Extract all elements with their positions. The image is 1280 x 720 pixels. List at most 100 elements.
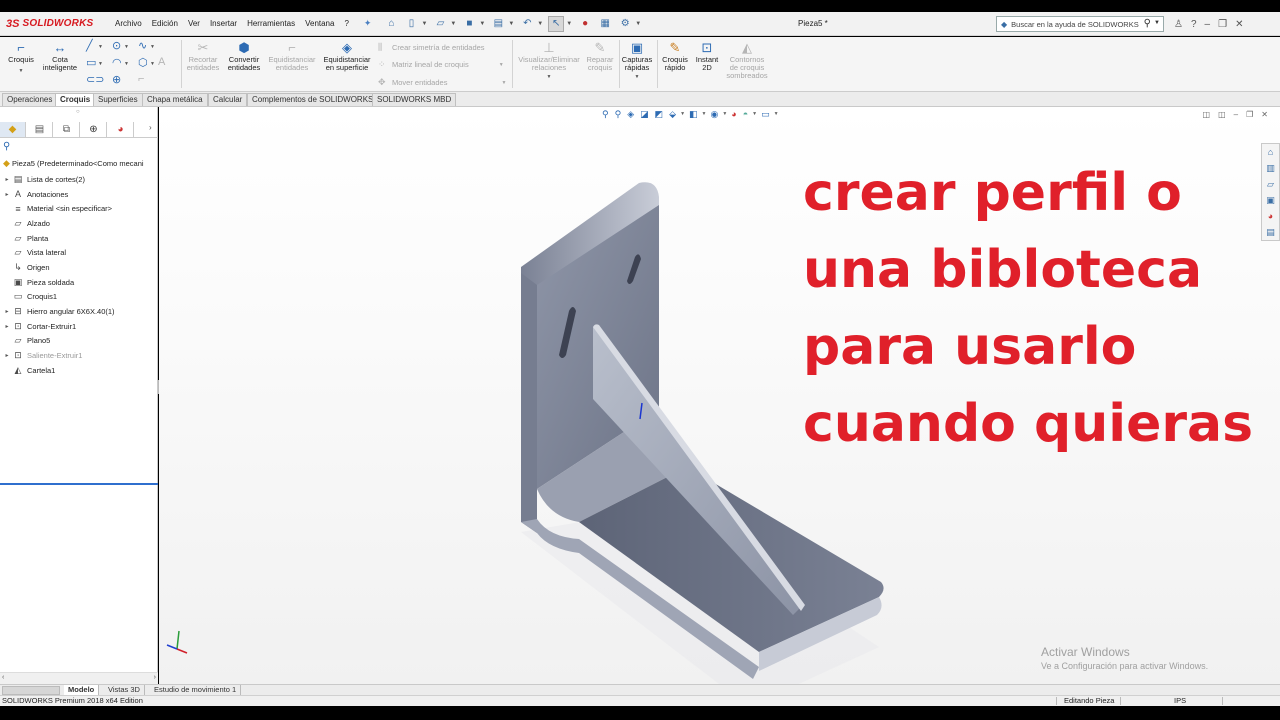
undo-icon[interactable]: ↶ xyxy=(519,16,535,32)
configurationmanager-tab-icon[interactable]: ⧉ xyxy=(54,122,80,137)
tree-item[interactable]: ▸ A Anotaciones xyxy=(0,187,158,202)
section-view-icon[interactable]: ◪ xyxy=(640,109,649,120)
chevron-down-icon[interactable]: ▼ xyxy=(124,61,129,67)
menu-ventana[interactable]: Ventana xyxy=(300,12,339,36)
arc-icon[interactable]: ◠ xyxy=(112,56,122,69)
file-properties-icon[interactable]: ▦ xyxy=(597,16,613,32)
solidworks-logo[interactable]: 3S SOLIDWORKS xyxy=(0,12,110,36)
view-palette-icon[interactable]: ▣ xyxy=(1262,192,1279,208)
tab-superficies[interactable]: Superficies xyxy=(93,93,143,106)
chevron-down-icon[interactable]: ▼ xyxy=(124,44,129,50)
help-search-input[interactable]: ◆ Buscar en la ayuda de SOLIDWORKS ⚲ ▼ xyxy=(996,16,1164,32)
move-entities-button[interactable]: ✥ Mover entidades ▼ xyxy=(378,77,506,88)
scroll-left-icon[interactable]: ‹ xyxy=(2,674,4,681)
circle-icon[interactable]: ⊙ xyxy=(112,39,121,52)
tab-navigation-arrows[interactable] xyxy=(2,686,60,695)
tree-item[interactable]: ▸ ⊡ Cortar-Extruir1 xyxy=(0,319,158,334)
display-style-icon[interactable]: ◧ xyxy=(689,109,698,120)
instant-2d-button[interactable]: ⊡ Instant 2D xyxy=(692,40,722,72)
text-icon[interactable]: A xyxy=(158,56,165,68)
featuremanager-tab-icon[interactable]: ◆ xyxy=(0,122,26,137)
traffic-light-icon[interactable]: ● xyxy=(577,16,593,32)
chevron-down-icon[interactable]: ▼ xyxy=(479,21,485,27)
tree-item[interactable]: ▱ Planta xyxy=(0,231,158,246)
appearances-icon[interactable]: ◕ xyxy=(1262,208,1279,224)
offset-entities-button[interactable]: ⌐ Equidistanciar entidades xyxy=(266,40,318,72)
chevron-down-icon[interactable]: ▼ xyxy=(421,21,427,27)
quick-snaps-button[interactable]: ▣ Capturas rápidas ▼ xyxy=(621,40,653,81)
expand-arrow-icon[interactable]: ▸ xyxy=(0,191,12,198)
filter-icon[interactable]: ⚲ xyxy=(3,141,10,152)
expand-arrow-icon[interactable]: ▸ xyxy=(0,308,12,315)
offset-on-surface-button[interactable]: ◈ Equidistanciar en superficie xyxy=(320,40,374,72)
help-icon[interactable]: ? xyxy=(1191,19,1197,30)
minimize-icon[interactable]: – xyxy=(1205,19,1211,30)
chevron-down-icon[interactable]: ▼ xyxy=(501,80,506,86)
line-icon[interactable]: ╱ xyxy=(86,39,93,52)
chevron-down-icon[interactable]: ▼ xyxy=(752,111,757,117)
select-icon[interactable]: ↖ xyxy=(548,15,565,32)
open-icon[interactable]: ▱ xyxy=(432,16,448,32)
status-units[interactable]: IPS xyxy=(1174,696,1186,706)
tab-croquis[interactable]: Croquis xyxy=(55,93,96,106)
repair-sketch-button[interactable]: ✎ Reparar croquis xyxy=(584,40,616,72)
chevron-down-icon[interactable]: ▼ xyxy=(98,61,103,67)
linear-pattern-button[interactable]: ⁘ Matriz lineal de croquis ▼ xyxy=(378,59,504,70)
restore-icon[interactable]: ❐ xyxy=(1218,19,1227,30)
tab-chapa-metalica[interactable]: Chapa metálica xyxy=(142,93,208,106)
chevron-down-icon[interactable]: ▼ xyxy=(1154,20,1160,26)
minimize-icon[interactable]: – xyxy=(1234,110,1238,119)
chevron-down-icon[interactable]: ▼ xyxy=(450,21,456,27)
user-icon[interactable]: ♙ xyxy=(1174,19,1183,30)
view-settings-icon[interactable]: ▭ xyxy=(761,109,770,120)
point-icon[interactable]: ⊕ xyxy=(112,73,121,86)
print-icon[interactable]: ▤ xyxy=(490,16,506,32)
menu-archivo[interactable]: Archivo xyxy=(110,12,147,36)
tree-item[interactable]: ↳ Origen xyxy=(0,260,158,275)
horizontal-scrollbar[interactable]: ‹ › xyxy=(0,672,158,684)
close-icon[interactable]: ✕ xyxy=(1235,19,1243,30)
propertymanager-tab-icon[interactable]: ▤ xyxy=(27,122,53,137)
solidworks-resources-icon[interactable]: ⌂ xyxy=(1262,144,1279,160)
apply-scene-icon[interactable]: ◓ xyxy=(743,109,748,119)
tab-operaciones[interactable]: Operaciones xyxy=(2,93,58,106)
tree-item[interactable]: ◭ Cartela1 xyxy=(0,363,158,378)
mirror-entities-button[interactable]: ⫼ Crear simetría de entidades xyxy=(378,42,485,53)
tree-root-part[interactable]: ◆ Pieza5 (Predeterminado<Como mecani xyxy=(3,158,158,169)
graphics-area[interactable]: ⚲ ⚲ ◈ ◪ ◩ ⬙ ▼ ◧ ▼ ◉ ▼ ◕ ◓ ▼ ▭ ▼ ◫ ◫ – ❐ ✕ ⌂ ▥… xyxy=(159,107,1280,684)
tree-item[interactable]: ▱ Vista lateral xyxy=(0,245,158,260)
scroll-right-icon[interactable]: › xyxy=(154,674,156,681)
convert-entities-button[interactable]: ⬢ Convertir entidades xyxy=(224,40,264,72)
previous-view-icon[interactable]: ◈ xyxy=(627,109,634,120)
tree-item[interactable]: ≡ Material <sin especificar> xyxy=(0,201,158,216)
chevron-down-icon[interactable]: ▼ xyxy=(499,62,504,68)
expand-arrow-icon[interactable]: ▸ xyxy=(0,352,12,359)
chevron-down-icon[interactable]: ▼ xyxy=(537,21,543,27)
home-icon[interactable]: ⌂ xyxy=(383,16,399,32)
close-icon[interactable]: ✕ xyxy=(1261,110,1268,119)
chevron-down-icon[interactable]: ▼ xyxy=(635,74,640,80)
tab-solidworks-mbd[interactable]: SOLIDWORKS MBD xyxy=(372,93,457,106)
chevron-down-icon[interactable]: ▼ xyxy=(702,111,707,117)
menu-help[interactable]: ? xyxy=(339,12,353,36)
save-icon[interactable]: ■ xyxy=(461,16,477,32)
chevron-down-icon[interactable]: ▼ xyxy=(774,111,779,117)
chevron-down-icon[interactable]: ▼ xyxy=(150,61,155,67)
reference-triad[interactable] xyxy=(163,627,189,659)
slot-icon[interactable]: ⊂⊃ xyxy=(86,73,104,86)
tree-item[interactable]: ▸ ⊡ Saliente-Extruir1 xyxy=(0,348,158,363)
rectangle-icon[interactable]: ▭ xyxy=(86,56,96,69)
croquis-button[interactable]: ⌐ Croquis ▼ xyxy=(6,40,36,78)
trim-entities-button[interactable]: ✂ Recortar entidades xyxy=(184,40,222,72)
chevron-down-icon[interactable]: ▼ xyxy=(635,21,641,27)
dynamic-annotation-icon[interactable]: ◩ xyxy=(655,109,664,120)
search-icon[interactable]: ⚲ xyxy=(1144,18,1151,29)
tab-complementos[interactable]: Complementos de SOLIDWORKS xyxy=(247,93,379,106)
pin-icon[interactable]: ✦ xyxy=(364,18,372,29)
display-delete-relations-button[interactable]: ⊥ Visualizar/Eliminar relaciones ▼ xyxy=(516,40,582,81)
spline-icon[interactable]: ∿ xyxy=(138,39,147,52)
tile-icon[interactable]: ◫ xyxy=(1218,110,1226,119)
tree-item[interactable]: ▱ Plano5 xyxy=(0,334,158,349)
polygon-icon[interactable]: ⬡ xyxy=(138,56,148,69)
hide-show-items-icon[interactable]: ◉ xyxy=(710,109,718,120)
